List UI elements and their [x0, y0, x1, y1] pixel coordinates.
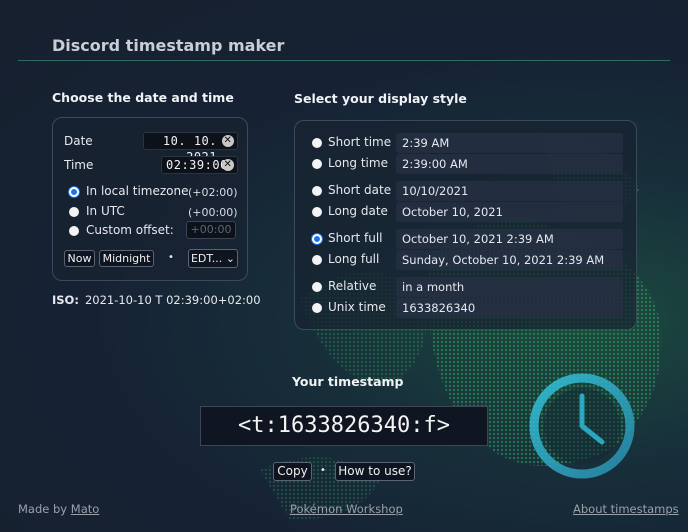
date-input[interactable]: 10. 10. 2021 ✕: [143, 132, 238, 164]
timezone-select[interactable]: EDT... ⌄: [188, 249, 238, 268]
timestamp-output[interactable]: <t:1633826340:f>: [200, 406, 488, 446]
iso-value: 2021-10-10 T 02:39:00+02:00: [84, 293, 261, 307]
style-preview: October 10, 2021 2:39 AM: [396, 229, 623, 249]
style-name: Long time: [328, 156, 388, 170]
radio-local-timezone[interactable]: [69, 187, 79, 197]
style-option-unix-time[interactable]: Unix time 1633826340: [310, 298, 626, 318]
clock-icon: [529, 373, 635, 479]
iso-label: ISO:: [52, 293, 79, 307]
radio-long-full[interactable]: [312, 255, 322, 265]
utc-offset: (+00:00): [188, 206, 238, 219]
style-option-relative[interactable]: Relative in a month: [310, 277, 626, 297]
date-clear-icon[interactable]: ✕: [222, 135, 234, 147]
style-name: Long full: [328, 252, 380, 266]
title-divider: [18, 60, 670, 61]
datetime-heading: Choose the date and time: [52, 90, 234, 105]
style-preview: Sunday, October 10, 2021 2:39 AM: [396, 250, 623, 270]
button-separator: •: [168, 252, 174, 263]
time-clear-icon[interactable]: ✕: [222, 159, 234, 171]
made-by-credit: Made by Mato: [18, 502, 99, 516]
style-option-long-time[interactable]: Long time 2:39:00 AM: [310, 154, 626, 174]
page-title: Discord timestamp maker: [52, 36, 285, 55]
about-timestamps-link[interactable]: About timestamps: [573, 502, 679, 516]
style-preview: 2:39:00 AM: [396, 154, 623, 174]
radio-utc[interactable]: [69, 207, 79, 217]
local-timezone-offset: (+02:00): [188, 186, 238, 199]
style-option-long-date[interactable]: Long date October 10, 2021: [310, 202, 626, 222]
style-name: Short full: [328, 231, 383, 245]
style-preview: 2:39 AM: [396, 133, 623, 153]
result-separator: •: [320, 465, 326, 476]
custom-offset-label: Custom offset:: [86, 223, 174, 237]
radio-short-date[interactable]: [312, 186, 322, 196]
how-to-use-button[interactable]: How to use?: [335, 462, 415, 481]
copy-button[interactable]: Copy: [273, 462, 312, 481]
style-heading: Select your display style: [294, 91, 467, 106]
style-name: Short time: [328, 135, 392, 149]
radio-short-full[interactable]: [312, 234, 322, 244]
now-button[interactable]: Now: [64, 250, 95, 267]
custom-offset-input[interactable]: +00:00: [186, 221, 236, 239]
style-name: Short date: [328, 183, 392, 197]
time-input[interactable]: 02:39:00 ✕: [161, 156, 238, 174]
time-value: 02:39:00: [166, 158, 228, 172]
midnight-button[interactable]: Midnight: [99, 250, 154, 267]
local-timezone-label: In local timezone: [86, 184, 189, 198]
datetime-panel: Date 10. 10. 2021 ✕ Time 02:39:00 ✕ In l…: [52, 117, 248, 281]
pokemon-workshop-link[interactable]: Pokémon Workshop: [290, 502, 403, 516]
style-name: Unix time: [328, 300, 386, 314]
style-option-short-time[interactable]: Short time 2:39 AM: [310, 133, 626, 153]
radio-long-time[interactable]: [312, 159, 322, 169]
radio-relative[interactable]: [312, 282, 322, 292]
radio-long-date[interactable]: [312, 207, 322, 217]
style-name: Relative: [328, 279, 377, 293]
style-preview: October 10, 2021: [396, 202, 623, 222]
time-label: Time: [64, 158, 94, 172]
style-option-short-full[interactable]: Short full October 10, 2021 2:39 AM: [310, 229, 626, 249]
style-name: Long date: [328, 204, 388, 218]
radio-short-time[interactable]: [312, 138, 322, 148]
made-by-prefix: Made by: [18, 502, 71, 516]
date-label: Date: [64, 134, 93, 148]
style-preview: 10/10/2021: [396, 181, 623, 201]
style-option-short-date[interactable]: Short date 10/10/2021: [310, 181, 626, 201]
style-option-long-full[interactable]: Long full Sunday, October 10, 2021 2:39 …: [310, 250, 626, 270]
radio-custom-offset[interactable]: [69, 226, 79, 236]
author-link[interactable]: Mato: [71, 502, 100, 516]
style-preview: in a month: [396, 277, 623, 297]
style-preview: 1633826340: [396, 298, 623, 318]
utc-label: In UTC: [86, 204, 125, 218]
radio-unix-time[interactable]: [312, 303, 322, 313]
timestamp-heading: Your timestamp: [292, 374, 404, 389]
iso-readout: ISO: 2021-10-10 T 02:39:00+02:00: [52, 293, 261, 307]
